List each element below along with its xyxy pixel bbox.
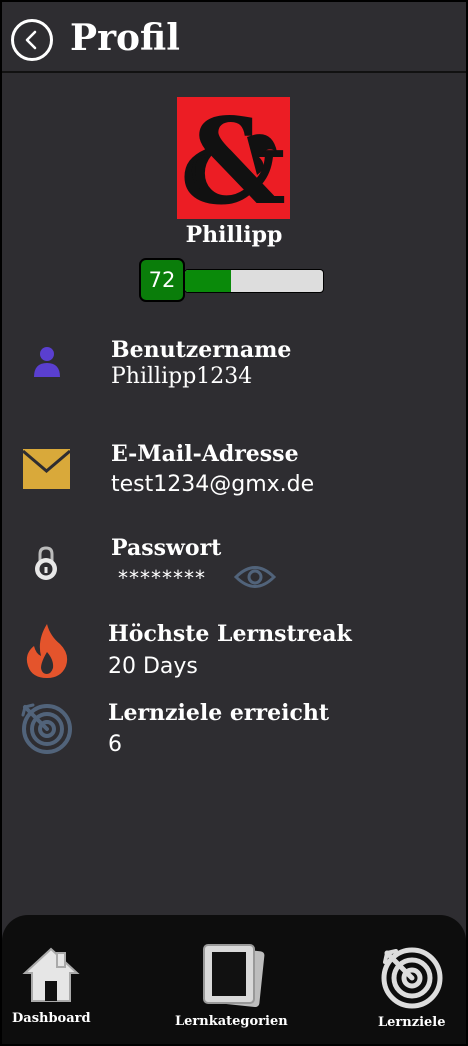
nav-label-dashboard: Dashboard bbox=[12, 1011, 91, 1026]
nav-item-lernziele[interactable]: Lernziele bbox=[372, 945, 452, 1035]
password-value: ******** bbox=[118, 566, 206, 590]
header: Profil bbox=[2, 2, 466, 73]
dragon-ampersand-logo: & bbox=[180, 92, 287, 231]
goals-value: 6 bbox=[108, 732, 122, 757]
streak-value: 20 Days bbox=[108, 654, 198, 679]
goals-label: Lernziele erreicht bbox=[108, 700, 329, 726]
username-label: Benutzername bbox=[111, 337, 292, 363]
lock-icon bbox=[33, 545, 59, 586]
mail-icon bbox=[22, 449, 71, 493]
nav-item-lernkategorien[interactable]: Lernkategorien bbox=[170, 943, 300, 1033]
nav-label-lernziele: Lernziele bbox=[378, 1015, 446, 1030]
target-icon bbox=[381, 947, 443, 1009]
nav-item-dashboard[interactable]: Dashboard bbox=[6, 941, 98, 1031]
back-button[interactable] bbox=[11, 19, 53, 61]
page-title: Profil bbox=[70, 17, 180, 59]
cards-icon bbox=[203, 944, 265, 1007]
target-icon bbox=[21, 703, 73, 759]
username-value: Phillipp1234 bbox=[111, 364, 253, 389]
streak-label: Höchste Lernstreak bbox=[108, 621, 352, 647]
email-value: test1234@gmx.de bbox=[111, 472, 315, 497]
home-icon bbox=[22, 947, 80, 1002]
user-icon bbox=[32, 345, 62, 381]
profile-name: Phillipp bbox=[185, 222, 283, 248]
avatar: & bbox=[177, 92, 290, 231]
level-badge: 72 bbox=[139, 258, 185, 302]
bottom-nav: Dashboard Lernkategorien Lernziele bbox=[2, 915, 466, 1044]
profile-screen: Profil & Phillipp 72 Benutzername Philli… bbox=[0, 0, 468, 1046]
password-label: Passwort bbox=[111, 535, 222, 561]
eye-icon[interactable] bbox=[233, 562, 277, 596]
nav-label-lernkategorien: Lernkategorien bbox=[175, 1014, 288, 1029]
flame-icon bbox=[24, 622, 70, 682]
level-progress-fill bbox=[185, 270, 231, 292]
email-label: E-Mail-Adresse bbox=[111, 441, 299, 467]
level-progress-bar bbox=[184, 269, 324, 293]
chevron-left-icon bbox=[25, 30, 37, 50]
